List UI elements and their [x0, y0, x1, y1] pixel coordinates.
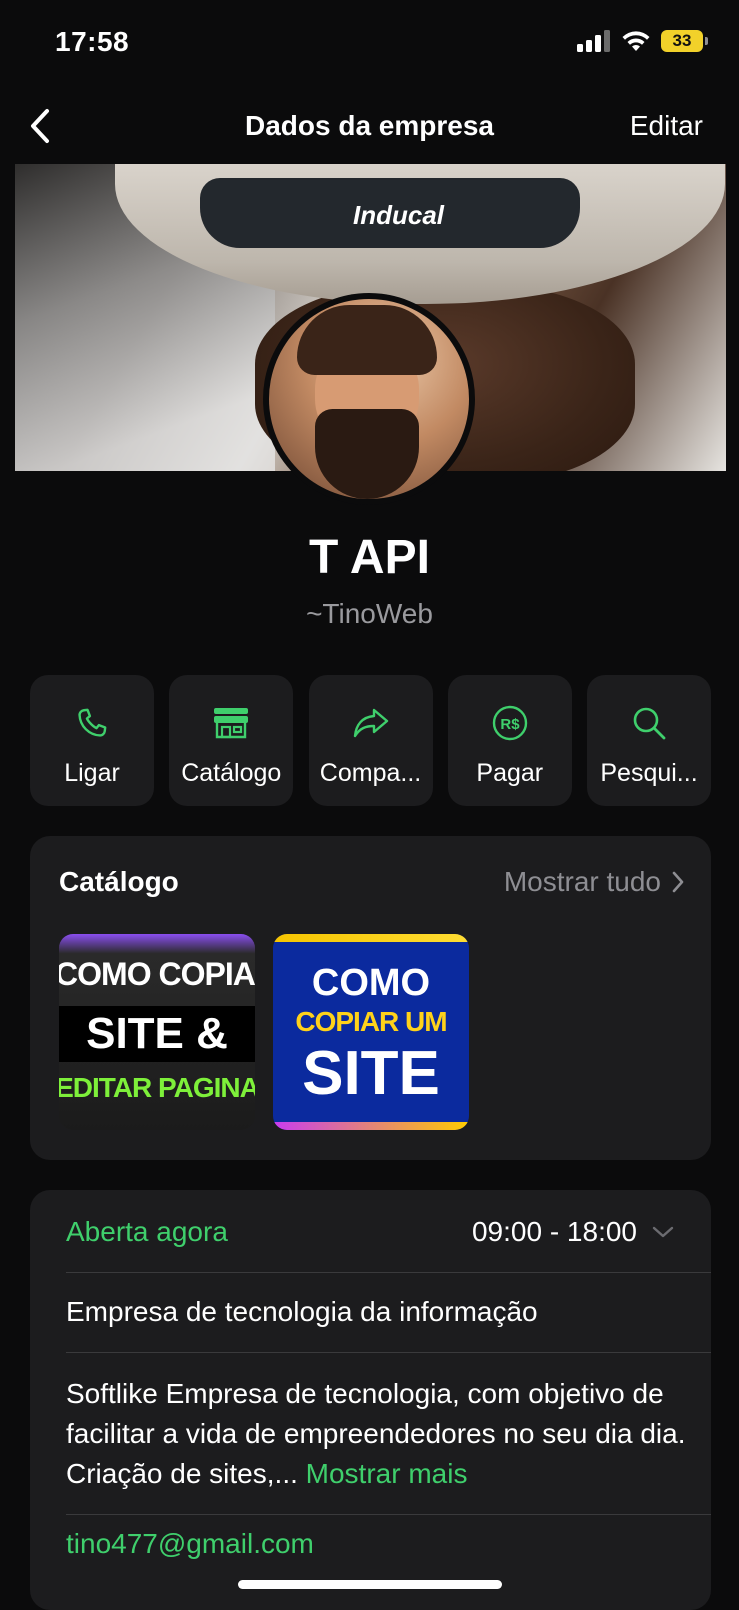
home-indicator[interactable]	[238, 1580, 502, 1589]
catalog-item-line3: SITE	[302, 1039, 440, 1108]
catalog-item[interactable]: COMO COPIAR SITE & EDITAR PAGINA	[59, 934, 255, 1130]
hours-status: Aberta agora	[66, 1216, 228, 1247]
status-bar: 17:58 33	[0, 0, 739, 90]
avatar-image	[269, 299, 469, 499]
catalog-item-line1: COMO COPIAR	[59, 956, 255, 992]
catalog-item[interactable]: COMO COPIAR UM SITE	[273, 934, 469, 1130]
phone-icon	[78, 708, 107, 737]
catalog-item-line1: COMO	[311, 962, 431, 1004]
divider	[66, 1514, 711, 1515]
pay-button-label: Pagar	[476, 759, 544, 787]
chevron-right-icon	[672, 871, 684, 893]
edit-button[interactable]: Editar	[630, 110, 703, 142]
hours-dropdown[interactable]: 09:00 - 18:00	[472, 1216, 675, 1248]
email-link[interactable]: tino477@gmail.com	[66, 1528, 314, 1560]
catalog-button[interactable]: Catálogo	[169, 675, 294, 806]
show-all-link[interactable]: Mostrar tudo	[504, 866, 685, 898]
catalog-item-line3: EDITAR PAGINA	[59, 1072, 255, 1103]
avatar[interactable]	[263, 293, 475, 505]
show-all-label: Mostrar tudo	[503, 866, 661, 897]
profile-name: T API	[309, 531, 430, 584]
status-time: 17:58	[55, 26, 130, 57]
battery-icon: 33	[661, 30, 708, 52]
catalog-item-line2: SITE &	[59, 1006, 255, 1062]
pay-button[interactable]: R$ Pagar	[447, 675, 572, 806]
nav-bar: Dados da empresa Editar	[0, 96, 739, 156]
share-icon	[353, 708, 388, 738]
search-button[interactable]: Pesqui...	[587, 675, 711, 806]
show-more-link[interactable]: Mostrar mais	[306, 1458, 468, 1489]
status-icons: 33	[577, 30, 708, 52]
divider	[66, 1352, 711, 1353]
action-buttons: Ligar Catálogo Compa... R$ Pagar Pesqui.…	[30, 675, 711, 806]
page-title: Dados da empresa	[245, 110, 494, 141]
catalog-button-label: Catálogo	[181, 759, 282, 787]
search-icon	[633, 707, 666, 740]
chevron-down-icon	[652, 1226, 674, 1238]
catalog-card: Catálogo Mostrar tudo COMO COPIAR SITE &…	[30, 836, 711, 1160]
storefront-icon	[214, 708, 249, 739]
call-button[interactable]: Ligar	[30, 675, 154, 806]
share-button[interactable]: Compa...	[308, 675, 433, 806]
wifi-icon	[622, 31, 650, 51]
business-description: Softlike Empresa de tecnologia, com obje…	[66, 1374, 686, 1494]
pay-icon: R$	[492, 705, 527, 741]
business-category: Empresa de tecnologia da informação	[66, 1296, 538, 1327]
svg-text:R$: R$	[500, 716, 520, 733]
call-button-label: Ligar	[64, 759, 120, 787]
search-button-label: Pesqui...	[600, 759, 698, 787]
profile-username: ~TinoWeb	[306, 598, 433, 629]
divider	[66, 1272, 711, 1273]
catalog-item-line2: COPIAR UM	[295, 1006, 447, 1037]
catalog-title: Catálogo	[59, 866, 179, 897]
hours-range: 09:00 - 18:00	[471, 1216, 637, 1247]
share-button-label: Compa...	[319, 759, 422, 787]
signal-icon	[577, 30, 610, 52]
business-info-card: Aberta agora 09:00 - 18:00 Empresa de te…	[30, 1190, 711, 1610]
cover-brand-text: Inducal	[353, 200, 445, 230]
